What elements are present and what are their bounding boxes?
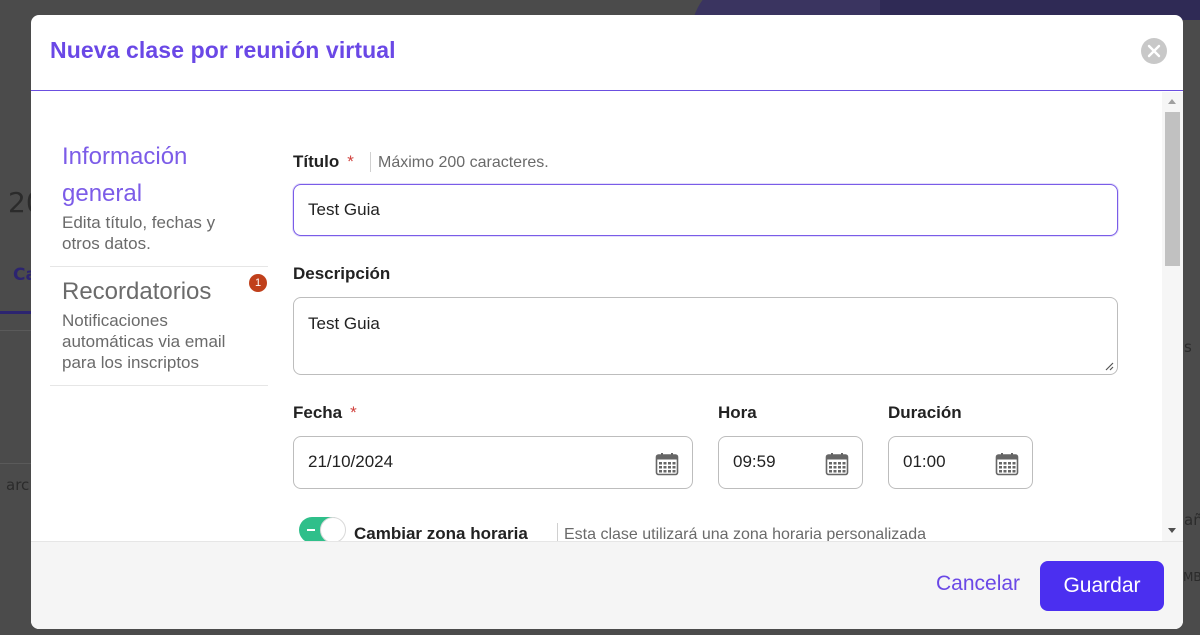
reminders-badge: 1: [249, 274, 267, 292]
close-button[interactable]: [1141, 38, 1167, 64]
modal-scrollbar[interactable]: [1162, 92, 1183, 541]
modal-title: Nueva clase por reunión virtual: [50, 37, 396, 63]
required-mark: *: [350, 403, 357, 422]
scroll-up-arrow[interactable]: [1168, 99, 1176, 104]
cancel-button[interactable]: Cancelar: [936, 572, 1020, 596]
background-text: añ: [1184, 511, 1200, 529]
description-textarea[interactable]: Test Guia: [293, 297, 1118, 375]
step-description: Edita título, fechas y otros datos.: [62, 213, 216, 253]
date-input[interactable]: 21/10/2024: [293, 436, 693, 489]
save-button[interactable]: Guardar: [1040, 561, 1164, 611]
required-mark: *: [347, 152, 354, 171]
step-reminders[interactable]: Recordatorios Notificaciones automáticas…: [50, 267, 268, 386]
calendar-icon[interactable]: [655, 452, 679, 476]
scroll-down-arrow[interactable]: [1168, 528, 1176, 533]
scroll-thumb[interactable]: [1165, 112, 1180, 266]
step-title: Información general: [62, 143, 188, 207]
modal-body: Información general Edita título, fechas …: [31, 92, 1183, 541]
background-text: arc: [6, 476, 30, 494]
new-virtual-class-modal: Nueva clase por reunión virtual Informac…: [31, 15, 1183, 629]
title-label: Título *: [293, 152, 354, 171]
background-divider: [0, 330, 31, 331]
hint-separator: [370, 152, 371, 172]
time-value: 09:59: [733, 452, 776, 471]
step-title: Recordatorios: [62, 278, 212, 305]
background-text: MB: [1183, 570, 1200, 584]
steps-sidebar: Información general Edita título, fechas …: [50, 132, 268, 386]
time-input[interactable]: 09:59: [718, 436, 863, 489]
hint-separator: [557, 523, 558, 541]
background-tab-underline: [0, 311, 31, 314]
duration-value: 01:00: [903, 452, 946, 471]
description-value: Test Guia: [308, 314, 380, 333]
calendar-icon[interactable]: [825, 452, 849, 476]
duration-label: Duración: [888, 403, 962, 422]
time-label: Hora: [718, 403, 757, 422]
title-hint: Máximo 200 caracteres.: [378, 154, 549, 171]
title-input[interactable]: Test Guia: [293, 184, 1118, 236]
title-input-value: Test Guia: [308, 200, 380, 219]
resize-grip-icon[interactable]: [1104, 361, 1114, 371]
modal-footer: Cancelar Guardar: [31, 541, 1183, 629]
date-label: Fecha *: [293, 403, 357, 422]
background-text: s: [1184, 338, 1192, 356]
timezone-label: Cambiar zona horaria: [354, 524, 528, 541]
date-value: 21/10/2024: [308, 452, 394, 471]
calendar-icon[interactable]: [995, 452, 1019, 476]
description-label: Descripción: [293, 264, 391, 283]
step-description: Notificaciones automáticas via email par…: [62, 311, 226, 372]
timezone-hint: Esta clase utilizará una zona horaria pe…: [564, 526, 926, 541]
step-general-info[interactable]: Información general Edita título, fechas …: [50, 132, 268, 267]
duration-input[interactable]: 01:00: [888, 436, 1033, 489]
background-divider: [0, 463, 31, 464]
toggle-knob: [320, 517, 346, 541]
close-icon: [1147, 44, 1161, 58]
modal-header: Nueva clase por reunión virtual: [31, 15, 1183, 91]
toggle-on-indicator: [307, 529, 315, 531]
timezone-toggle[interactable]: [299, 517, 346, 541]
